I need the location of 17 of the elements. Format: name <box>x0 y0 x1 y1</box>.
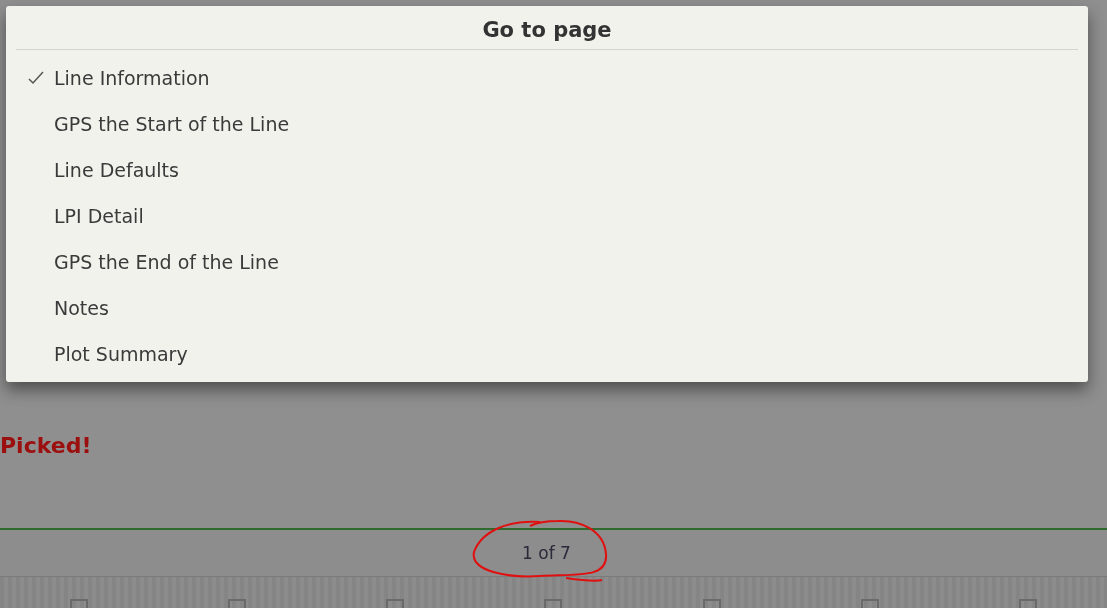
toolbar-icon[interactable] <box>859 598 880 608</box>
toolbar-icon[interactable] <box>701 598 722 608</box>
toolbar-icon[interactable] <box>543 598 564 608</box>
toolbar-icon[interactable] <box>385 598 406 608</box>
dialog-title: Go to page <box>16 6 1078 50</box>
page-item[interactable]: Line Information <box>14 55 1080 101</box>
page-indicator[interactable]: 1 of 7 <box>522 543 571 563</box>
toolbar-icon[interactable] <box>1017 598 1038 608</box>
page-item[interactable]: Plot Summary <box>14 331 1080 377</box>
page-item[interactable]: GPS the Start of the Line <box>14 101 1080 147</box>
page-item[interactable]: Line Defaults <box>14 147 1080 193</box>
page-item[interactable]: LPI Detail <box>14 193 1080 239</box>
toolbar-icon[interactable] <box>69 598 90 608</box>
page-item[interactable]: Notes <box>14 285 1080 331</box>
page-item[interactable]: GPS the End of the Line <box>14 239 1080 285</box>
toolbar-icon[interactable] <box>227 598 248 608</box>
status-message: Picked! <box>0 432 93 460</box>
